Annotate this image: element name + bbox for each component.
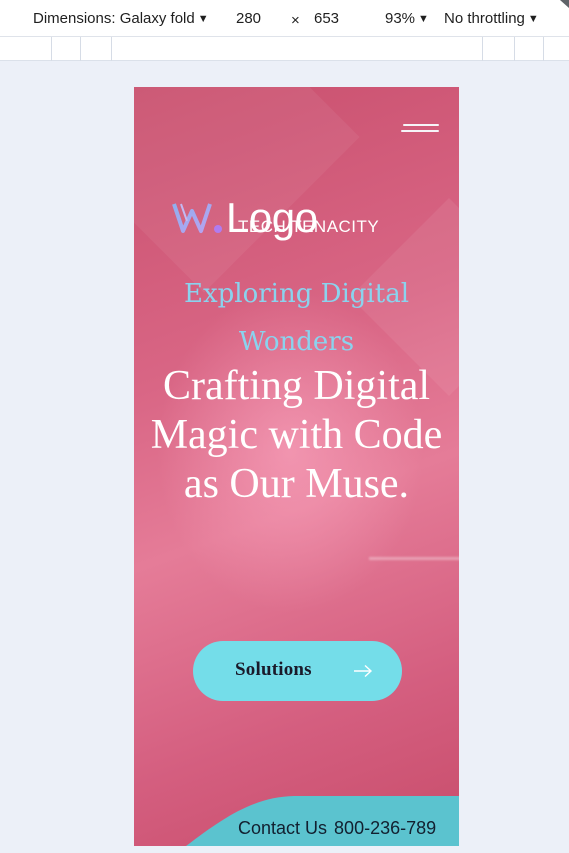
logo-mark-icon [172, 203, 222, 233]
hamburger-menu-icon[interactable] [399, 121, 439, 135]
throttling-label: No throttling [444, 10, 525, 27]
logo-subtitle: TECH TENACITY [238, 217, 380, 236]
zoom-label: 93% [385, 10, 416, 27]
ruler-tick [514, 37, 515, 61]
light-streak [369, 557, 459, 560]
throttling-dropdown[interactable]: No throttling ▼ [444, 10, 539, 27]
ruler-tick [543, 37, 544, 61]
dimensions-dropdown[interactable]: Dimensions: Galaxy fold ▼ [33, 10, 209, 27]
ruler-tick [111, 37, 112, 61]
solutions-button[interactable]: Solutions [193, 641, 402, 701]
solutions-button-label: Solutions [235, 659, 312, 680]
dimensions-label: Dimensions: Galaxy fold [33, 10, 195, 27]
ruler-tick [482, 37, 483, 61]
decorative-shape [134, 87, 360, 293]
times-icon: × [291, 12, 300, 29]
chevron-down-icon: ▼ [197, 13, 209, 25]
ruler-tick [80, 37, 81, 61]
phone-link[interactable]: 800-236-789 [334, 818, 436, 838]
hero-headline: Crafting Digital Magic with Code as Our … [150, 363, 443, 507]
corner-icon [560, 0, 569, 8]
device-screen: Logo TECH TENACITY Exploring Digital Won… [134, 87, 459, 846]
arrow-right-icon [354, 664, 373, 678]
contact-link[interactable]: Contact Us [238, 818, 327, 838]
site-logo[interactable]: Logo TECH TENACITY [172, 197, 392, 247]
height-input[interactable]: 653 [314, 10, 339, 27]
width-input[interactable]: 280 [236, 10, 261, 27]
chevron-down-icon: ▼ [527, 13, 539, 25]
devtools-toolbar: Dimensions: Galaxy fold ▼ 280 × 653 93% ▼ … [0, 0, 569, 37]
contact-bar: Contact Us 800-236-789 [238, 818, 436, 839]
chevron-down-icon: ▼ [418, 13, 429, 25]
ruler-tick [51, 37, 52, 61]
zoom-dropdown[interactable]: 93% ▼ [385, 10, 429, 27]
hero-eyebrow: Exploring Digital Wonders [183, 279, 410, 357]
media-query-bar[interactable] [0, 37, 569, 61]
